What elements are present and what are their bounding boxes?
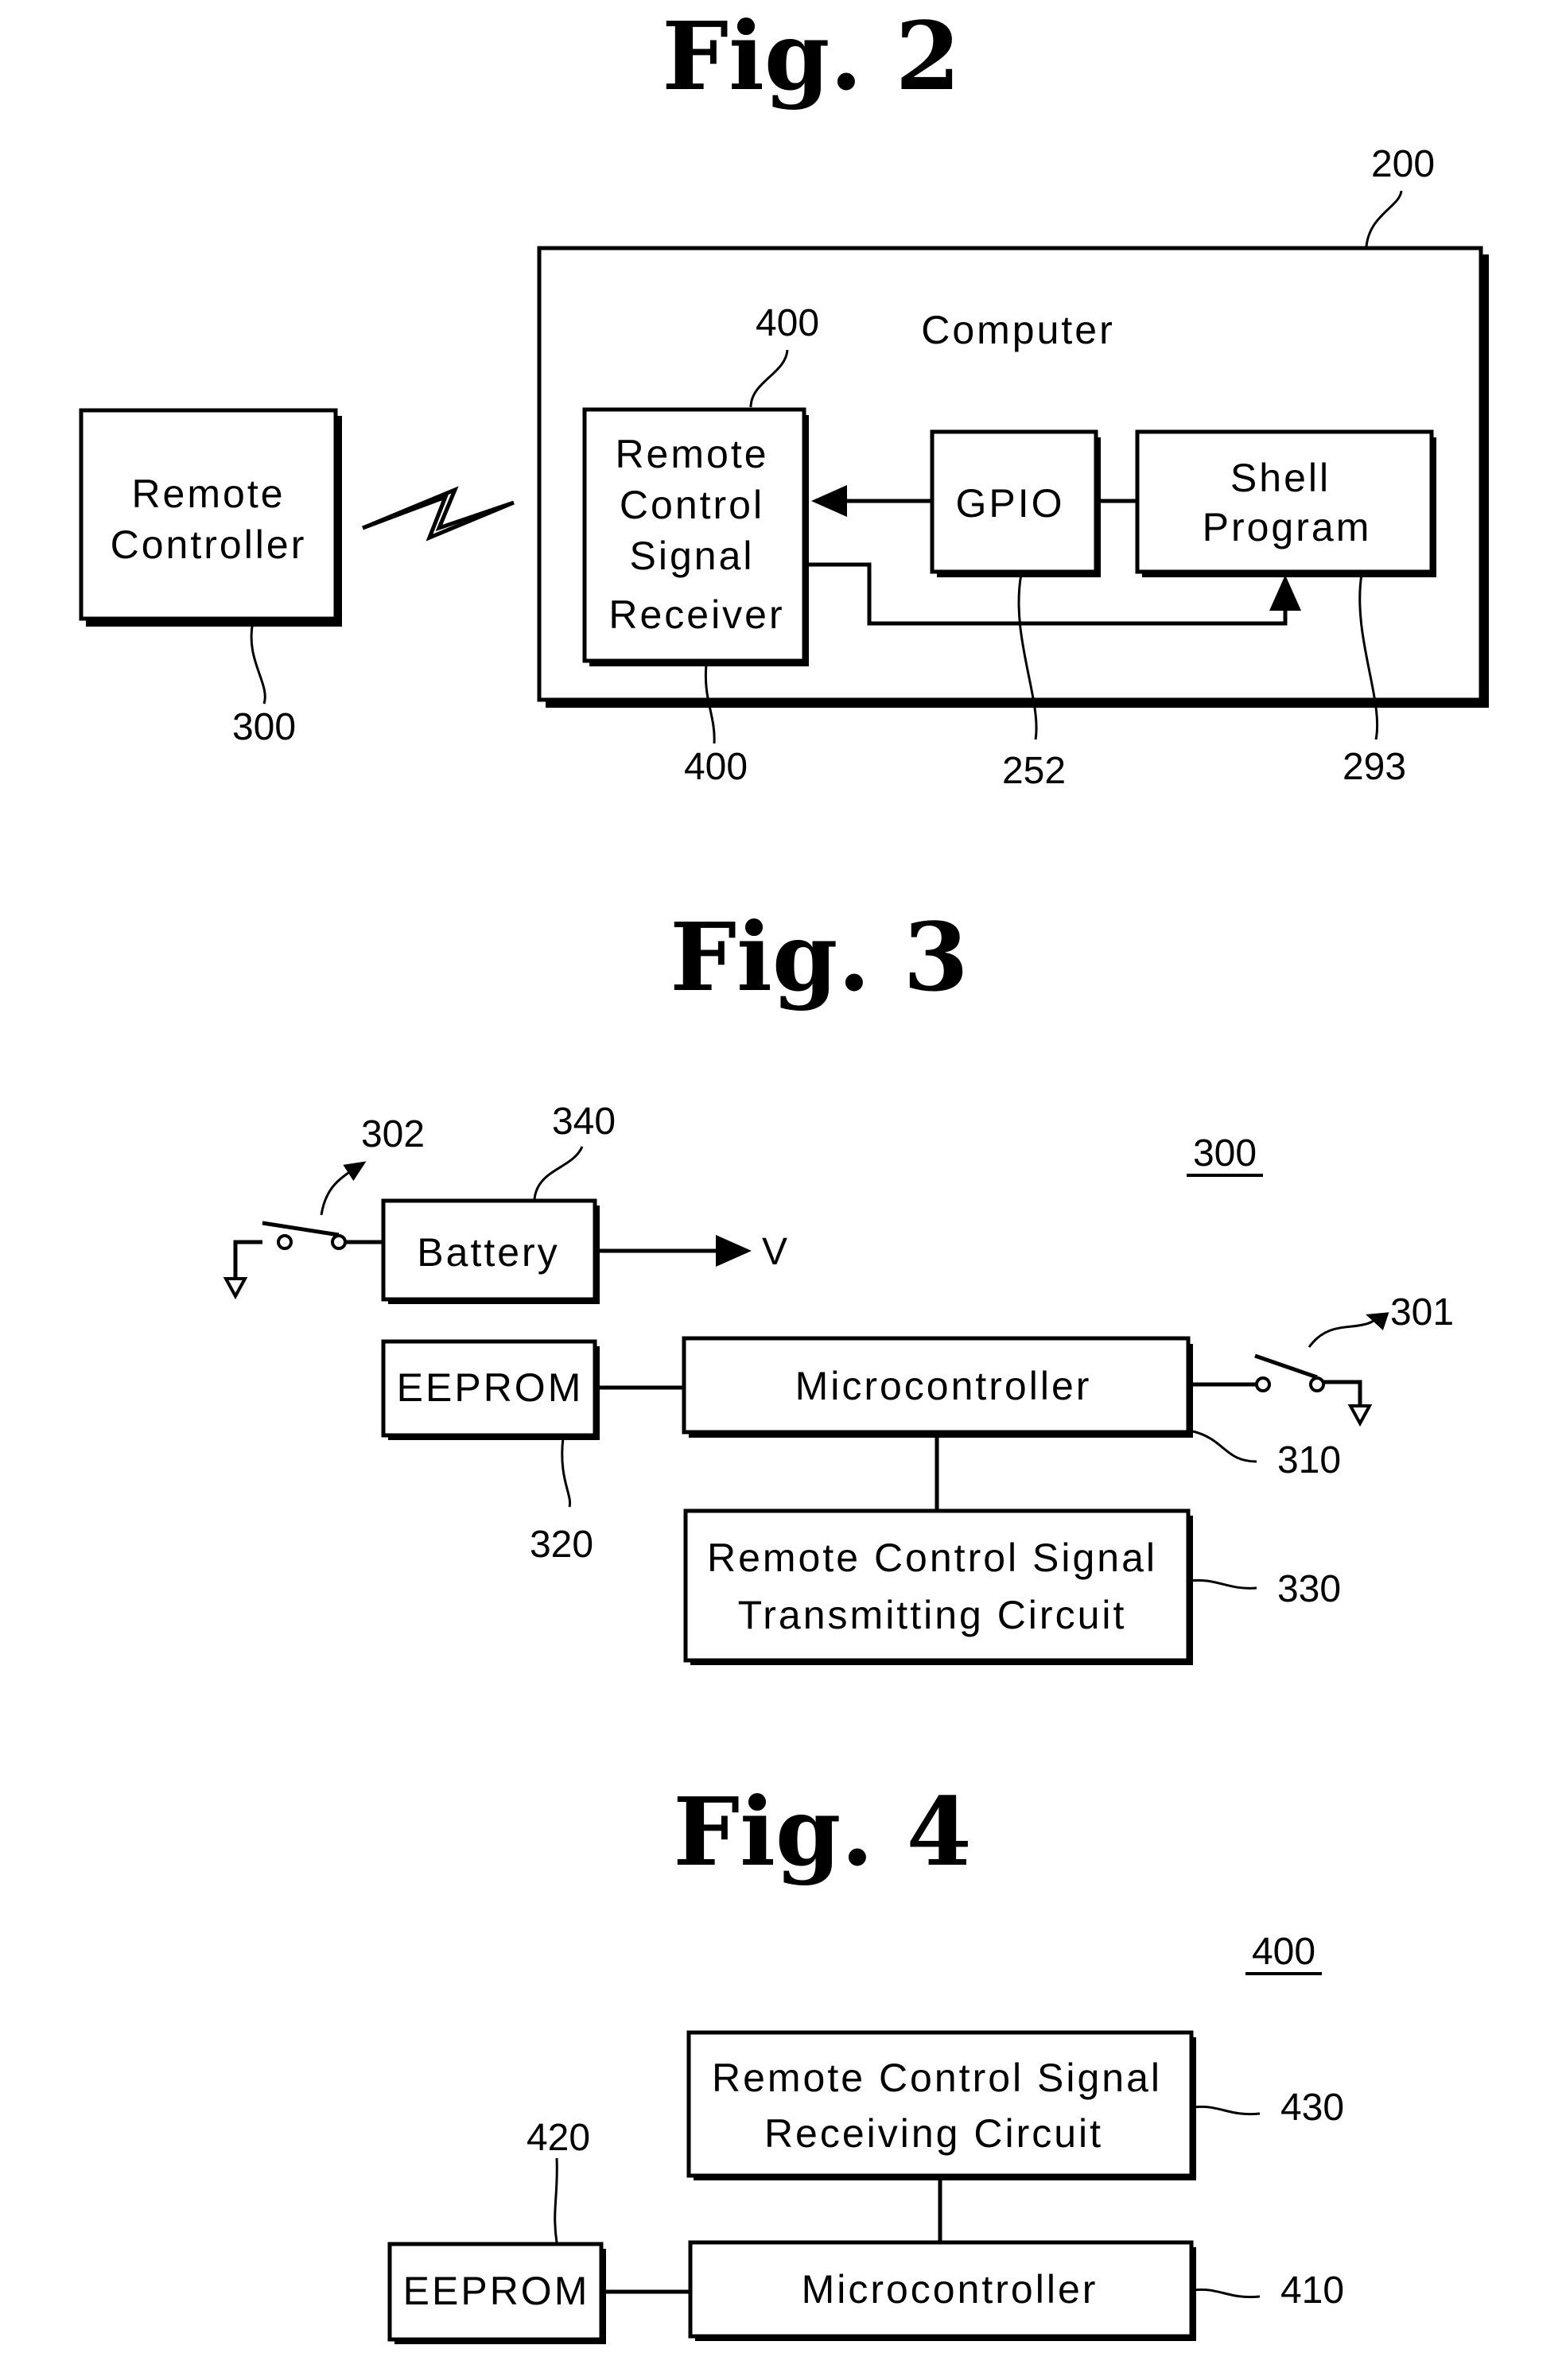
ref-252: 252 (1002, 750, 1066, 792)
shell-program-block: Shell Program (1135, 429, 1436, 577)
receiver-label-4: Receiver (608, 592, 784, 637)
patent-drawing-sheet: Fig. 2 Remote Controller 300 Computer 20… (79, 1, 1489, 2344)
fig3-assembly-ref: 300 (1193, 1132, 1257, 1174)
receiving-circuit-label-2: Receiving Circuit (764, 2111, 1103, 2156)
battery-block: Battery (381, 1198, 600, 1304)
ref-410: 410 (1280, 2269, 1344, 2312)
voltage-label: V (762, 1231, 787, 1273)
eeprom-block-420: EEPROM (387, 2242, 606, 2344)
ref-430: 430 (1280, 2087, 1344, 2129)
computer-label: Computer (921, 308, 1115, 352)
transmitting-circuit-block: Remote Control Signal Transmitting Circu… (683, 1508, 1193, 1665)
eeprom-420-label: EEPROM (403, 2269, 590, 2313)
ref-420: 420 (527, 2117, 590, 2159)
ground-icon (223, 1277, 248, 1300)
wireless-signal-icon (362, 486, 515, 542)
ref-340: 340 (552, 1101, 616, 1143)
leader-320 (561, 1437, 572, 1508)
remote-controller-label-1: Remote (131, 472, 285, 516)
eeprom-320-label: EEPROM (397, 1365, 584, 1410)
ref-300: 300 (232, 706, 296, 748)
receiver-label-2: Control (620, 483, 764, 527)
gpio-label: GPIO (955, 481, 1064, 526)
shell-label-2: Program (1203, 505, 1372, 549)
figure-3: Fig. 3 300 302 Battery 340 V EEPROM 320 … (223, 902, 1454, 1665)
leader-302 (320, 1161, 367, 1216)
leader-300 (250, 621, 266, 705)
ref-400-bottom: 400 (684, 746, 748, 788)
battery-label: Battery (417, 1230, 559, 1275)
figure-4: Fig. 4 400 Remote Control Signal Receivi… (387, 1776, 1344, 2344)
receiving-circuit-block: Remote Control Signal Receiving Circuit (686, 2030, 1196, 2180)
ref-200: 200 (1371, 143, 1435, 185)
leader-200 (1365, 190, 1403, 247)
leader-301 (1308, 1312, 1389, 1348)
receiving-circuit-label-1: Remote Control Signal (712, 2056, 1162, 2100)
ref-301: 301 (1390, 1291, 1454, 1334)
leader-430 (1192, 2105, 1261, 2116)
gpio-block: GPIO (930, 429, 1101, 577)
microcontroller-block-310: Microcontroller (682, 1336, 1193, 1438)
ref-293: 293 (1343, 746, 1406, 788)
leader-410 (1192, 2288, 1261, 2299)
eeprom-block-320: EEPROM (381, 1339, 600, 1440)
ground-icon (1347, 1404, 1373, 1427)
microcontroller-410-label: Microcontroller (802, 2267, 1098, 2312)
ref-302: 302 (361, 1113, 425, 1155)
transmitter-label-2: Transmitting Circuit (738, 1593, 1127, 1637)
receiver-label-3: Signal (630, 534, 755, 578)
fig4-assembly-ref: 400 (1252, 1931, 1315, 1973)
fig4-title: Fig. 4 (673, 1776, 971, 1887)
remote-controller-label-2: Controller (111, 522, 307, 567)
leader-420 (554, 2157, 558, 2243)
figure-2: Fig. 2 Remote Controller 300 Computer 20… (79, 1, 1489, 792)
microcontroller-block-410: Microcontroller (688, 2240, 1196, 2341)
ref-330: 330 (1277, 1568, 1341, 1610)
remote-controller-block: Remote Controller (79, 408, 342, 627)
leader-310 (1192, 1430, 1257, 1463)
leader-330 (1189, 1578, 1257, 1590)
transmitter-label-1: Remote Control Signal (707, 1536, 1157, 1580)
ref-310: 310 (1277, 1439, 1341, 1481)
ref-320: 320 (530, 1524, 593, 1566)
key-switch (1193, 1353, 1373, 1427)
leader-340 (533, 1146, 584, 1200)
ref-400-top: 400 (756, 302, 819, 344)
fig3-title: Fig. 3 (670, 902, 968, 1012)
fig2-title: Fig. 2 (662, 1, 960, 111)
microcontroller-310-label: Microcontroller (795, 1364, 1092, 1408)
receiver-block: Remote Control Signal Receiver (582, 407, 809, 666)
receiver-label-1: Remote (615, 432, 768, 476)
power-switch (223, 1221, 383, 1300)
shell-label-1: Shell (1230, 456, 1331, 500)
